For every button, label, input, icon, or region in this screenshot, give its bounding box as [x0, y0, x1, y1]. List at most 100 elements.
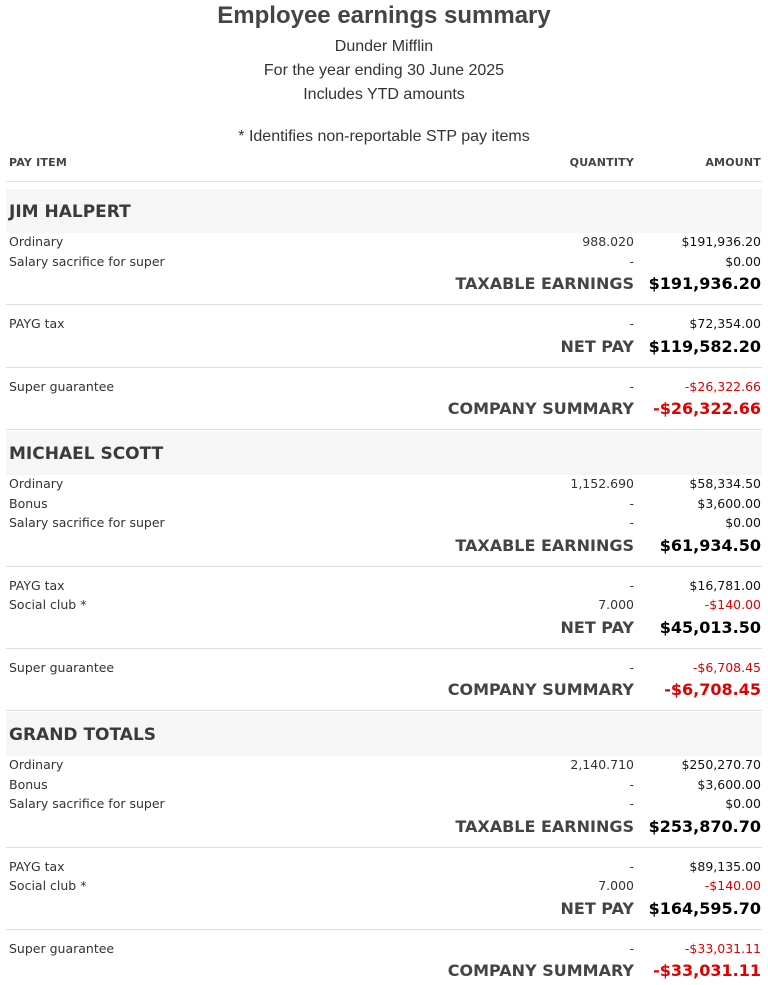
pay-block: Ordinary1,152.690$58,334.50Bonus - $3,600.…: [6, 475, 762, 560]
pay-item-row: Salary sacrifice for super-$0.00: [6, 514, 762, 534]
section-jim-halpert: JIM HALPERTOrdinary988.020$191,936.20Sal…: [6, 189, 762, 440]
pay-item-amount: -$140.00: [705, 878, 761, 893]
subtotal-value: $119,582.20: [649, 337, 761, 356]
pay-item-name: Super guarantee: [9, 379, 114, 394]
subtotal-row: NET PAY $119,582.20: [6, 335, 762, 361]
pay-item-name: Bonus: [9, 496, 48, 511]
pay-block: Ordinary2,140.710$250,270.70Bonus-$3,600…: [6, 756, 762, 841]
block-divider: [6, 710, 762, 711]
pay-item-name: Bonus: [9, 777, 48, 792]
pay-item-row: Bonus - $3,600.00: [6, 495, 762, 515]
pay-item-quantity: -: [629, 859, 634, 874]
subtotal-label: TAXABLE EARNINGS: [455, 536, 634, 555]
pay-item-amount: -$26,322.66: [685, 379, 761, 394]
subtotal-row: COMPANY SUMMARY -$26,322.66: [6, 397, 762, 423]
pay-item-amount: -$6,708.45: [693, 660, 761, 675]
subtotal-row: TAXABLE EARNINGS$191,936.20: [6, 272, 762, 298]
subtotal-row: TAXABLE EARNINGS $253,870.70: [6, 815, 762, 841]
pay-item-amount: $58,334.50: [689, 476, 761, 491]
pay-block: PAYG tax-$89,135.00Social club *7.000-$1…: [6, 858, 762, 923]
subtotal-row: COMPANY SUMMARY -$6,708.45: [6, 678, 762, 704]
pay-item-row: Salary sacrifice for super - $0.00: [6, 795, 762, 815]
pay-item-name: Salary sacrifice for super: [9, 796, 165, 811]
pay-item-quantity: -: [629, 578, 634, 593]
pay-item-amount: $0.00: [725, 254, 761, 269]
subtotal-value: $191,936.20: [649, 274, 761, 293]
pay-item-name: Super guarantee: [9, 941, 114, 956]
pay-item-name: Ordinary: [9, 757, 63, 772]
company-name: Dunder Mifflin: [0, 38, 768, 56]
subtotal-row: NET PAY $45,013.50: [6, 616, 762, 642]
block-divider: [6, 304, 762, 305]
subtotal-label: COMPANY SUMMARY: [448, 680, 634, 699]
subtotal-row: NET PAY$164,595.70: [6, 897, 762, 923]
pay-item-row: Ordinary988.020$191,936.20: [6, 233, 762, 253]
stp-note: * Identifies non-reportable STP pay item…: [0, 128, 768, 146]
pay-item-row: PAYG tax-$89,135.00: [6, 858, 762, 878]
subtotal-label: TAXABLE EARNINGS: [455, 817, 634, 836]
pay-block: PAYG tax-$16,781.00Social club * 7.000 -$1…: [6, 577, 762, 642]
subtotal-row: COMPANY SUMMARY -$33,031.11: [6, 959, 762, 985]
block-divider: [6, 847, 762, 848]
subtotal-label: COMPANY SUMMARY: [448, 399, 634, 418]
subtotal-value: -$33,031.11: [653, 961, 761, 980]
report-period: For the year ending 30 June 2025: [0, 62, 768, 80]
pay-item-row: Super guarantee - -$33,031.11: [6, 940, 762, 960]
pay-item-name: PAYG tax: [9, 316, 65, 331]
pay-item-amount: $72,354.00: [689, 316, 761, 331]
pay-item-name: Super guarantee: [9, 660, 114, 675]
pay-item-quantity: -: [629, 379, 634, 394]
pay-item-name: Salary sacrifice for super: [9, 254, 165, 269]
block-divider: [6, 929, 762, 930]
section-title: MICHAEL SCOTT: [9, 444, 163, 464]
section-title-bar: MICHAEL SCOTT: [6, 431, 762, 475]
subtotal-label: NET PAY: [561, 337, 635, 356]
section-michael-scott: MICHAEL SCOTT Ordinary1,152.690$58,334.50…: [6, 431, 762, 721]
subtotal-row: TAXABLE EARNINGS $61,934.50: [6, 534, 762, 560]
pay-item-name: Ordinary: [9, 476, 63, 491]
pay-item-quantity: -: [629, 496, 634, 511]
pay-item-quantity: -: [629, 941, 634, 956]
pay-item-name: PAYG tax: [9, 859, 65, 874]
pay-item-amount: -$33,031.11: [685, 941, 761, 956]
section-title-bar: GRAND TOTALS: [6, 712, 762, 756]
pay-item-quantity: 7.000: [598, 597, 634, 612]
report-title: Employee earnings summary: [0, 2, 768, 30]
block-divider: [6, 566, 762, 567]
subtotal-value: $253,870.70: [649, 817, 761, 836]
subtotal-value: -$26,322.66: [653, 399, 761, 418]
pay-item-quantity: 2,140.710: [570, 757, 634, 772]
pay-item-amount: $0.00: [725, 796, 761, 811]
subtotal-value: $45,013.50: [660, 618, 761, 637]
pay-item-name: Salary sacrifice for super: [9, 515, 165, 530]
pay-block: Super guarantee--$26,322.66COMPANY SUMMA…: [6, 378, 762, 424]
subtotal-value: $61,934.50: [660, 536, 761, 555]
pay-item-quantity: 7.000: [598, 878, 634, 893]
pay-item-amount: -$140.00: [705, 597, 761, 612]
pay-block: Super guarantee--$33,031.11COMPANY SUMMA…: [6, 940, 762, 985]
pay-item-amount: $250,270.70: [681, 757, 761, 772]
subtotal-value: -$6,708.45: [664, 680, 761, 699]
pay-item-row: Bonus-$3,600.00: [6, 776, 762, 796]
pay-item-row: PAYG tax-$72,354.00: [6, 315, 762, 335]
block-divider: [6, 429, 762, 430]
pay-item-quantity: -: [629, 660, 634, 675]
pay-item-name: Social club *: [9, 597, 86, 612]
pay-item-quantity: -: [629, 254, 634, 269]
pay-item-row: PAYG tax-$16,781.00: [6, 577, 762, 597]
ytd-note: Includes YTD amounts: [0, 86, 768, 104]
pay-item-quantity: 988.020: [582, 234, 634, 249]
pay-item-row: Ordinary1,152.690$58,334.50: [6, 475, 762, 495]
col-quantity: QUANTITY: [570, 156, 634, 169]
pay-item-amount: $3,600.00: [697, 496, 761, 511]
pay-item-amount: $3,600.00: [697, 777, 761, 792]
pay-item-quantity: -: [629, 796, 634, 811]
pay-item-row: Super guarantee - -$6,708.45: [6, 659, 762, 679]
subtotal-label: NET PAY: [561, 899, 635, 918]
col-amount: AMOUNT: [705, 156, 761, 169]
pay-item-name: Ordinary: [9, 234, 63, 249]
pay-item-name: Social club *: [9, 878, 86, 893]
subtotal-label: COMPANY SUMMARY: [448, 961, 634, 980]
section-title: GRAND TOTALS: [9, 725, 156, 745]
subtotal-label: NET PAY: [561, 618, 635, 637]
